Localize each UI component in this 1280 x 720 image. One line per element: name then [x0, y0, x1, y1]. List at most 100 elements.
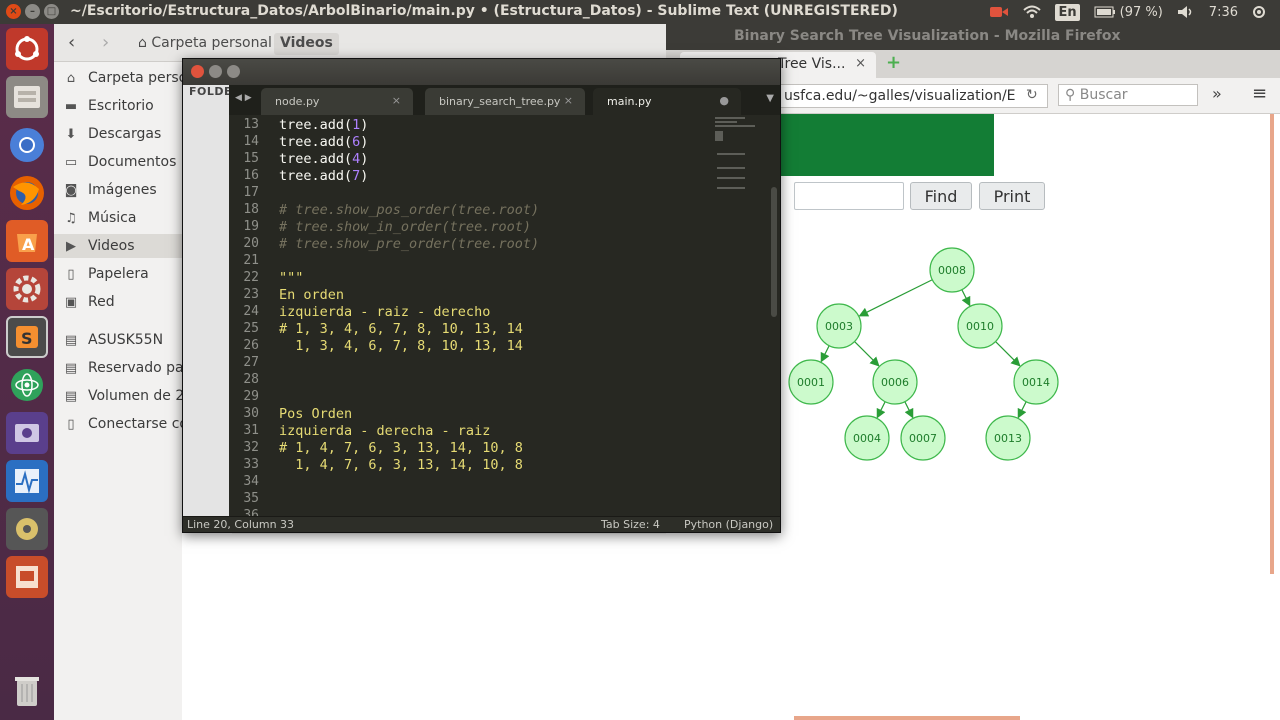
disks-launcher-icon[interactable]	[6, 508, 48, 550]
breadcrumb-videos[interactable]: Videos	[274, 33, 339, 55]
file-manager-toolbar: ‹ › ⌂ Carpeta personal Videos	[54, 24, 674, 62]
line-number: 31	[243, 423, 259, 438]
tree-node-label: 0001	[797, 376, 825, 389]
hamburger-menu-icon[interactable]: ≡	[1252, 83, 1267, 104]
firefox-tab-label: Tree Vis...	[778, 56, 846, 72]
line-number: 30	[243, 406, 259, 421]
line-number: 33	[243, 457, 259, 472]
maximize-window-button[interactable]: □	[44, 4, 59, 19]
close-window-button[interactable]: ×	[6, 4, 21, 19]
sublime-titlebar	[183, 59, 780, 85]
overflow-chevron-icon[interactable]: »	[1212, 84, 1222, 103]
line-number: 15	[243, 151, 259, 166]
video-icon: ▶	[66, 238, 76, 254]
code-line: # tree.show_pos_order(tree.root)	[279, 202, 540, 218]
line-number: 18	[243, 202, 259, 217]
tree-node-label: 0003	[825, 320, 853, 333]
sublime-text-launcher-icon[interactable]: S	[6, 316, 48, 358]
line-number: 14	[243, 134, 259, 149]
desktop-icon: ▬	[64, 98, 78, 114]
atom-launcher-icon[interactable]	[6, 364, 48, 406]
ubuntu-dash-icon[interactable]	[6, 28, 48, 70]
code-line: tree.add(7)	[279, 168, 369, 184]
tree-node: 0008	[929, 247, 975, 293]
screenshot-launcher-icon[interactable]	[6, 412, 48, 454]
line-number: 28	[243, 372, 259, 387]
line-number: 13	[243, 117, 259, 132]
firefox-launcher-icon[interactable]	[6, 172, 48, 214]
page-scrollbar[interactable]	[1270, 114, 1274, 574]
firefox-titlebar: Binary Search Tree Visualization - Mozil…	[666, 24, 1280, 50]
line-number: 21	[243, 253, 259, 268]
trash-icon: ▯	[67, 266, 75, 282]
sidebar-item-label: Conectarse con	[88, 416, 197, 432]
sublime-minimize-button[interactable]	[209, 65, 222, 78]
tab-close-icon[interactable]: ×	[855, 56, 866, 71]
back-button[interactable]: ‹	[68, 32, 75, 53]
code-line: 1, 3, 4, 6, 7, 8, 10, 13, 14	[279, 338, 523, 354]
tree-node: 0010	[957, 303, 1003, 349]
line-number: 23	[243, 287, 259, 302]
sidebar-item-label: ASUSK55N	[88, 332, 164, 348]
tree-node: 0001	[788, 359, 834, 405]
sidebar-item-label: Música	[88, 210, 137, 226]
code-line: tree.add(1)	[279, 117, 369, 133]
sublime-maximize-button[interactable]	[227, 65, 240, 78]
home-icon: ⌂	[66, 70, 76, 86]
tab-close-icon[interactable]: ×	[564, 94, 573, 107]
forward-button[interactable]: ›	[102, 32, 109, 53]
sublime-close-button[interactable]	[191, 65, 204, 78]
sublime-sidebar: FOLDE	[183, 85, 229, 516]
unsaved-dot-icon[interactable]: ●	[719, 94, 729, 107]
tree-edge	[820, 345, 830, 363]
new-tab-button[interactable]: +	[886, 52, 901, 73]
top-panel: × – □ ~/Escritorio/Estructura_Datos/Arbo…	[0, 0, 1280, 24]
syntax-selector[interactable]: Python (Django)	[684, 518, 773, 531]
cursor-position: Line 20, Column 33	[187, 518, 295, 531]
code-editor[interactable]: 13 14 15 16 17 18 19 20 21 22 23 24 25 26 27 28 29 30 31 32…	[229, 115, 780, 516]
battery-icon	[1094, 6, 1115, 18]
minimize-window-button[interactable]: –	[25, 4, 40, 19]
tab-size-selector[interactable]: Tab Size: 4	[601, 518, 660, 531]
code-line: izquierda - raiz - derecho	[279, 304, 491, 320]
tab-main-py[interactable]: main.py ●	[593, 88, 741, 115]
system-monitor-icon[interactable]	[6, 460, 48, 502]
line-number: 27	[243, 355, 259, 370]
reload-icon[interactable]: ↻	[1026, 87, 1038, 103]
chromium-launcher-icon[interactable]	[6, 124, 48, 166]
tree-node: 0006	[872, 359, 918, 405]
tab-nav-arrows[interactable]: ◀ ▶	[235, 93, 252, 103]
camera-indicator-icon[interactable]	[989, 5, 1009, 19]
code-line: # tree.show_in_order(tree.root)	[279, 219, 531, 235]
tab-label: node.py	[275, 95, 320, 108]
tree-node: 0014	[1013, 359, 1059, 405]
minimap[interactable]	[715, 115, 763, 205]
files-launcher-icon[interactable]	[6, 76, 48, 118]
tab-label: main.py	[607, 95, 652, 108]
tab-dropdown-icon[interactable]: ▼	[766, 93, 774, 104]
clock[interactable]: 7:36	[1209, 5, 1238, 20]
trash-launcher-icon[interactable]	[6, 670, 48, 712]
code-area[interactable]: tree.add(1) tree.add(6) tree.add(4) tree.ad…	[279, 115, 719, 516]
breadcrumb-home[interactable]: ⌂ Carpeta personal	[132, 33, 278, 55]
editor-scrollbar[interactable]	[771, 187, 777, 317]
drive-icon: ▤	[64, 332, 78, 348]
code-line: tree.add(4)	[279, 151, 369, 167]
power-gear-icon[interactable]	[1252, 5, 1266, 19]
search-box[interactable]: ⚲ Buscar	[1058, 84, 1198, 106]
system-settings-icon[interactable]	[6, 268, 48, 310]
line-number: 24	[243, 304, 259, 319]
wifi-icon[interactable]	[1023, 5, 1042, 19]
volume-icon[interactable]	[1177, 5, 1195, 19]
sublime-tabbar: ◀ ▶ node.py × binary_search_tree.py × ma…	[229, 85, 780, 115]
keyboard-layout-indicator[interactable]: En	[1055, 3, 1080, 21]
battery-indicator[interactable]: (97 %)	[1094, 5, 1163, 20]
software-center-icon[interactable]: A	[6, 220, 48, 262]
tab-node-py[interactable]: node.py ×	[261, 88, 413, 115]
impress-launcher-icon[interactable]	[6, 556, 48, 598]
tab-binary-search-tree-py[interactable]: binary_search_tree.py ×	[425, 88, 585, 115]
tree-node-label: 0006	[881, 376, 909, 389]
tree-node: 0013	[985, 415, 1031, 461]
code-line: En orden	[279, 287, 345, 303]
tab-close-icon[interactable]: ×	[392, 94, 401, 107]
